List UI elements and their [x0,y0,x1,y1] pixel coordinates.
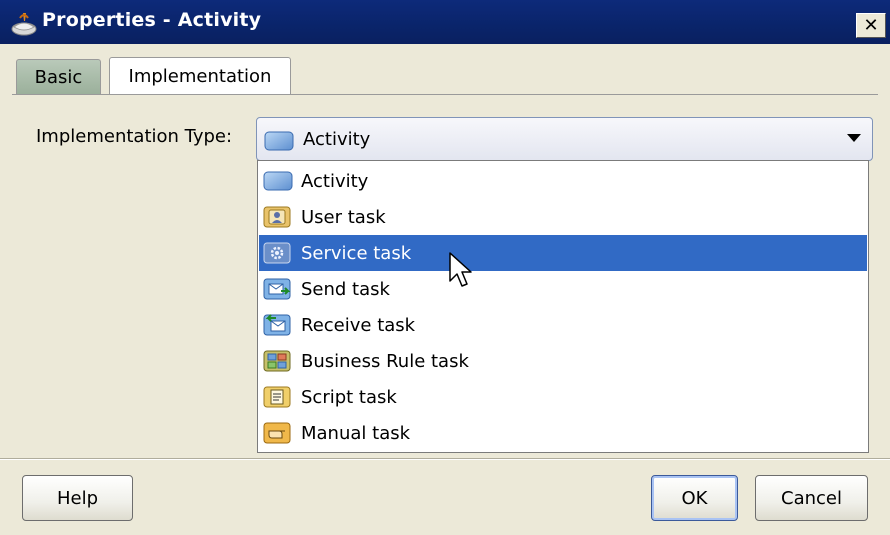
tab-implementation-label: Implementation [128,66,272,87]
ok-button[interactable]: OK [651,475,738,521]
option-label: Send task [301,278,390,300]
option-activity[interactable]: Activity [259,163,867,199]
option-label: Business Rule task [301,350,469,372]
receive-task-icon [263,314,291,336]
implementation-type-label: Implementation Type: [36,126,233,147]
option-send-task[interactable]: Send task [259,271,867,307]
option-label: User task [301,206,386,228]
option-script-task[interactable]: Script task [259,379,867,415]
option-label: Receive task [301,314,416,336]
close-button[interactable]: ✕ [856,13,886,38]
cancel-button[interactable]: Cancel [755,475,868,521]
cancel-button-label: Cancel [781,487,842,509]
option-label: Activity [301,170,369,192]
button-bar-divider-highlight [0,459,890,460]
tab-implementation[interactable]: Implementation [109,57,291,95]
implementation-type-value: Activity [303,129,371,150]
option-label: Script task [301,386,397,408]
ok-button-label: OK [681,487,708,509]
help-button[interactable]: Help [22,475,133,521]
implementation-type-dropdown: Activity User task Service task Send tas… [257,160,869,453]
option-business-rule-task[interactable]: Business Rule task [259,343,867,379]
option-manual-task[interactable]: Manual task [259,415,867,451]
send-task-icon [263,278,291,300]
script-task-icon [263,386,291,408]
manual-task-icon [263,422,291,444]
business-rule-task-icon [263,350,291,372]
service-task-icon [263,242,291,264]
help-button-label: Help [56,487,99,509]
chevron-down-icon[interactable] [847,134,861,142]
activity-icon [264,131,294,151]
window-title: Properties - Activity [42,9,262,31]
title-bar[interactable]: Properties - Activity ✕ [0,0,890,44]
user-task-icon [263,206,291,228]
close-icon: ✕ [863,14,879,36]
option-service-task[interactable]: Service task [259,235,867,271]
tab-divider [12,94,878,95]
option-label: Manual task [301,422,411,444]
properties-dialog: Properties - Activity ✕ Basic Implementa… [0,0,890,535]
activity-icon [263,171,293,191]
implementation-type-combobox[interactable]: Activity [256,117,873,161]
app-icon [11,13,37,36]
option-user-task[interactable]: User task [259,199,867,235]
option-receive-task[interactable]: Receive task [259,307,867,343]
tab-basic[interactable]: Basic [16,59,101,94]
mouse-pointer-icon [449,252,472,287]
tab-basic-label: Basic [34,66,83,88]
option-label: Service task [301,242,412,264]
